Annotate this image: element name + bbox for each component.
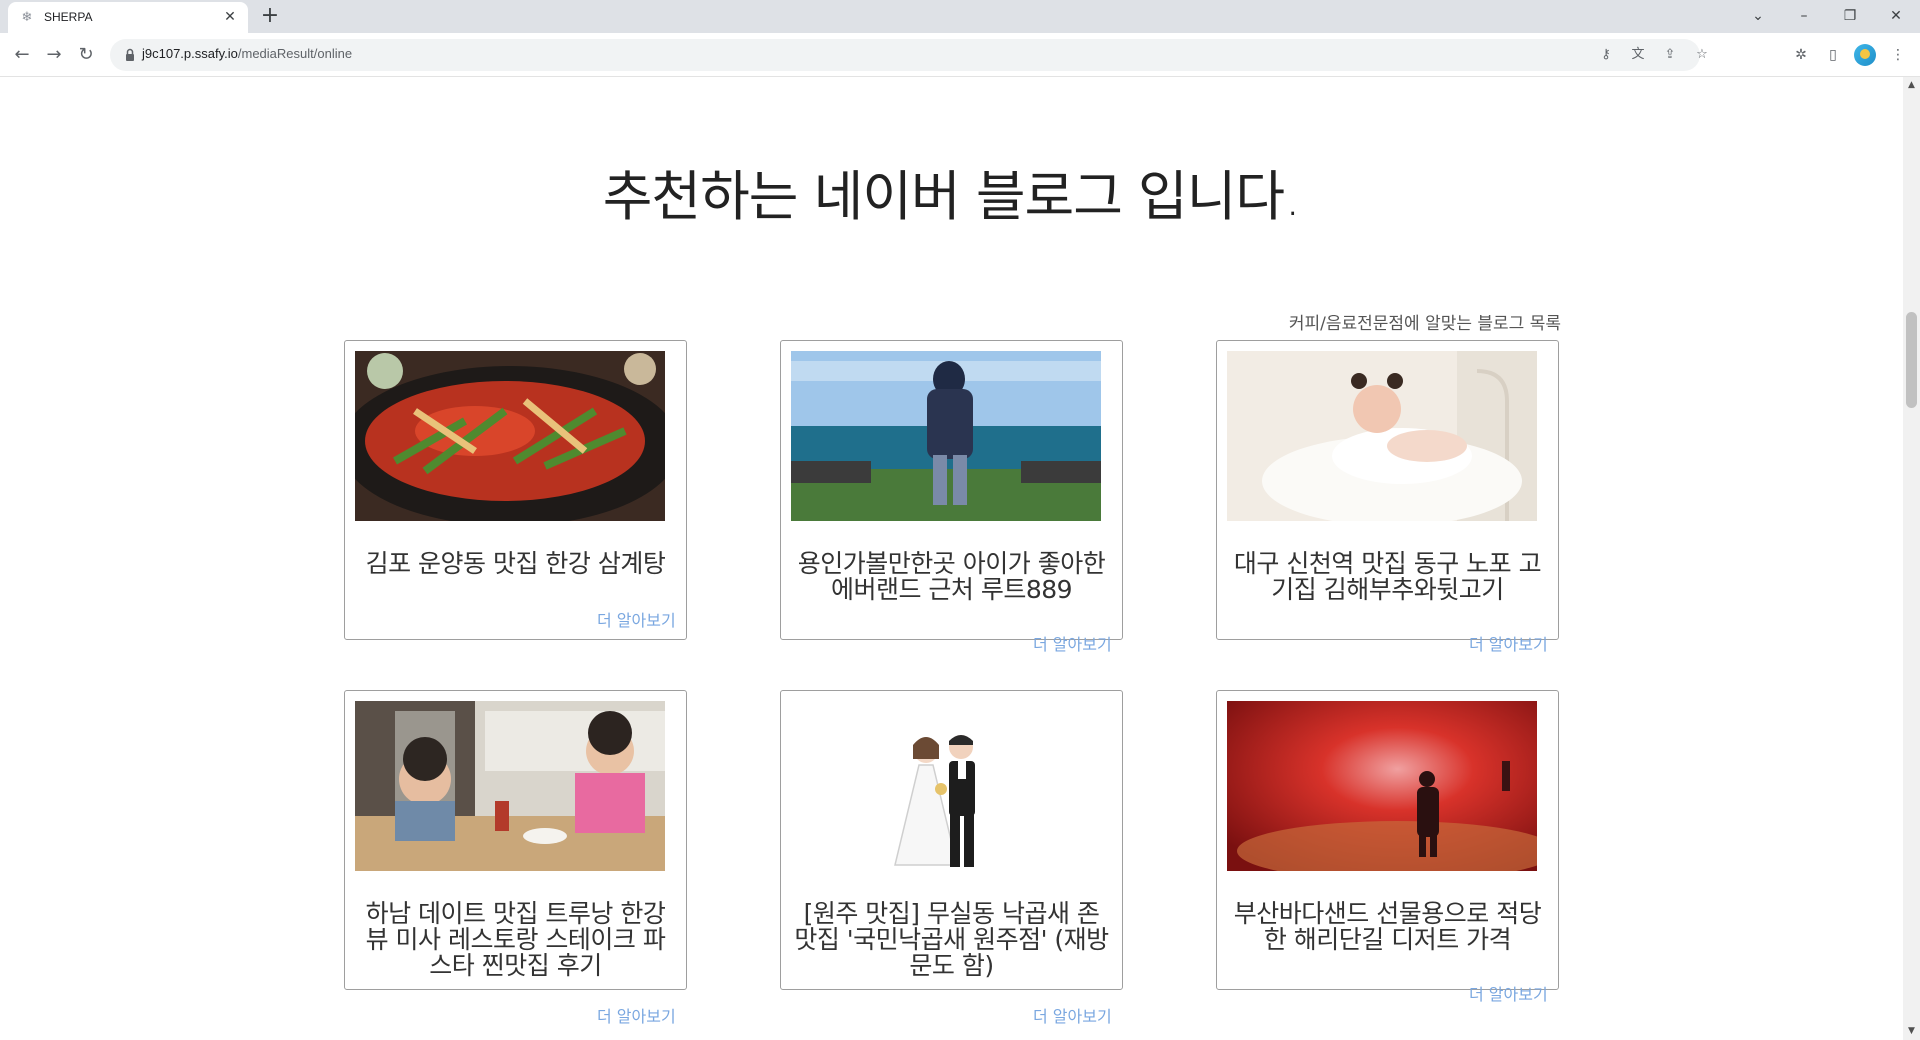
blog-card[interactable]: 대구 신천역 맛집 동구 노포 고기집 김해부추와뒷고기 더 알아보기 — [1216, 340, 1559, 654]
browser-tab[interactable]: ❄ SHERPA ✕ — [8, 2, 248, 33]
password-key-icon[interactable]: ⚷ — [1596, 45, 1616, 65]
forward-arrow-icon[interactable]: → — [40, 41, 68, 69]
snowflake-favicon-icon: ❄ — [21, 10, 33, 25]
side-panel-icon[interactable]: ▯ — [1821, 43, 1845, 67]
close-tab-icon[interactable]: ✕ — [222, 9, 238, 25]
family-dining-photo — [355, 701, 665, 871]
blog-card[interactable]: 부산바다샌드 선물용으로 적당한 해리단길 디저트 가격 더 알아보기 — [1216, 690, 1559, 1004]
back-arrow-icon[interactable]: ← — [8, 41, 36, 69]
blog-card[interactable]: [원주 맛집] 무실동 낙곱새 존맛집 '국민낙곱새 원주점' (재방문도 함)… — [780, 690, 1123, 1026]
blog-card-title: 김포 운양동 맛집 한강 삼계탕 — [365, 549, 666, 578]
more-link[interactable]: 더 알아보기 — [1469, 981, 1548, 1005]
red-tunnel-photo — [1227, 701, 1537, 871]
url-host: j9c107.p.ssafy.io — [142, 46, 238, 61]
url-path: /mediaResult/online — [237, 46, 353, 61]
restore-window-button[interactable]: ❐ — [1828, 2, 1872, 30]
blog-card-title: 대구 신천역 맛집 동구 노포 고기집 김해부추와뒷고기 — [1233, 549, 1542, 604]
scroll-down-arrow-icon[interactable]: ▼ — [1903, 1023, 1920, 1040]
translate-icon[interactable]: 文 — [1628, 45, 1648, 65]
blog-card[interactable]: 용인가볼만한곳 아이가 좋아한 에버랜드 근처 루트889 더 알아보기 — [780, 340, 1123, 654]
profile-avatar[interactable] — [1854, 44, 1876, 66]
reload-icon[interactable]: ↻ — [72, 41, 100, 69]
extensions-puzzle-icon[interactable]: ✲ — [1789, 43, 1813, 67]
vertical-scrollbar[interactable]: ▲ ▼ — [1903, 77, 1920, 1040]
page-title: 추천하는 네이버 블로그 입니다. — [602, 165, 1302, 228]
scroll-thumb[interactable] — [1906, 312, 1917, 408]
more-link[interactable]: 더 알아보기 — [597, 1003, 676, 1027]
blog-card-title: 부산바다샌드 선물용으로 적당한 해리단길 디저트 가격 — [1233, 899, 1542, 954]
blog-card[interactable]: 하남 데이트 맛집 트루낭 한강뷰 미사 레스토랑 스테이크 파스타 찐맛집 후… — [344, 690, 687, 1026]
food-photo — [355, 351, 665, 521]
lock-icon — [126, 48, 134, 61]
minimize-window-button[interactable]: – — [1782, 2, 1826, 30]
baby-photo — [1227, 351, 1537, 521]
address-bar[interactable]: j9c107.p.ssafy.io/mediaResult/online ⚷ 文… — [110, 39, 1708, 71]
blog-card-title: 하남 데이트 맛집 트루낭 한강뷰 미사 레스토랑 스테이크 파스타 찐맛집 후… — [365, 899, 666, 980]
url-text: j9c107.p.ssafy.io/mediaResult/online — [142, 46, 352, 61]
close-window-button[interactable]: ✕ — [1874, 2, 1918, 30]
sea-view-photo — [791, 351, 1101, 521]
bookmark-star-icon[interactable]: ☆ — [1692, 45, 1712, 65]
page-viewport: 추천하는 네이버 블로그 입니다. 커피/음료전문점에 알맞는 블로그 목록 김… — [0, 77, 1903, 1040]
wedding-couple-illustration — [791, 701, 1101, 871]
more-menu-icon[interactable]: ⋮ — [1886, 43, 1910, 67]
share-icon[interactable]: ⇪ — [1660, 45, 1680, 65]
new-tab-button[interactable]: + — [258, 5, 282, 29]
browser-toolbar: ← → ↻ j9c107.p.ssafy.io/mediaResult/onli… — [0, 33, 1920, 77]
more-link[interactable]: 더 알아보기 — [1033, 631, 1112, 655]
blog-card[interactable]: 김포 운양동 맛집 한강 삼계탕 더 알아보기 — [344, 340, 687, 640]
more-link[interactable]: 더 알아보기 — [1033, 1003, 1112, 1027]
scroll-up-arrow-icon[interactable]: ▲ — [1903, 77, 1920, 94]
blog-list-caption: 커피/음료전문점에 알맞는 블로그 목록 — [1288, 314, 1561, 334]
blog-card-title: 용인가볼만한곳 아이가 좋아한 에버랜드 근처 루트889 — [797, 549, 1106, 604]
blog-card-title: [원주 맛집] 무실동 낙곱새 존맛집 '국민낙곱새 원주점' (재방문도 함) — [794, 899, 1109, 980]
browser-tab-strip: ❄ SHERPA ✕ + ⌄ – ❐ ✕ — [0, 0, 1920, 33]
more-link[interactable]: 더 알아보기 — [597, 607, 676, 631]
tab-title: SHERPA — [44, 10, 93, 24]
more-link[interactable]: 더 알아보기 — [1469, 631, 1548, 655]
tab-search-chevron-icon[interactable]: ⌄ — [1736, 2, 1780, 30]
